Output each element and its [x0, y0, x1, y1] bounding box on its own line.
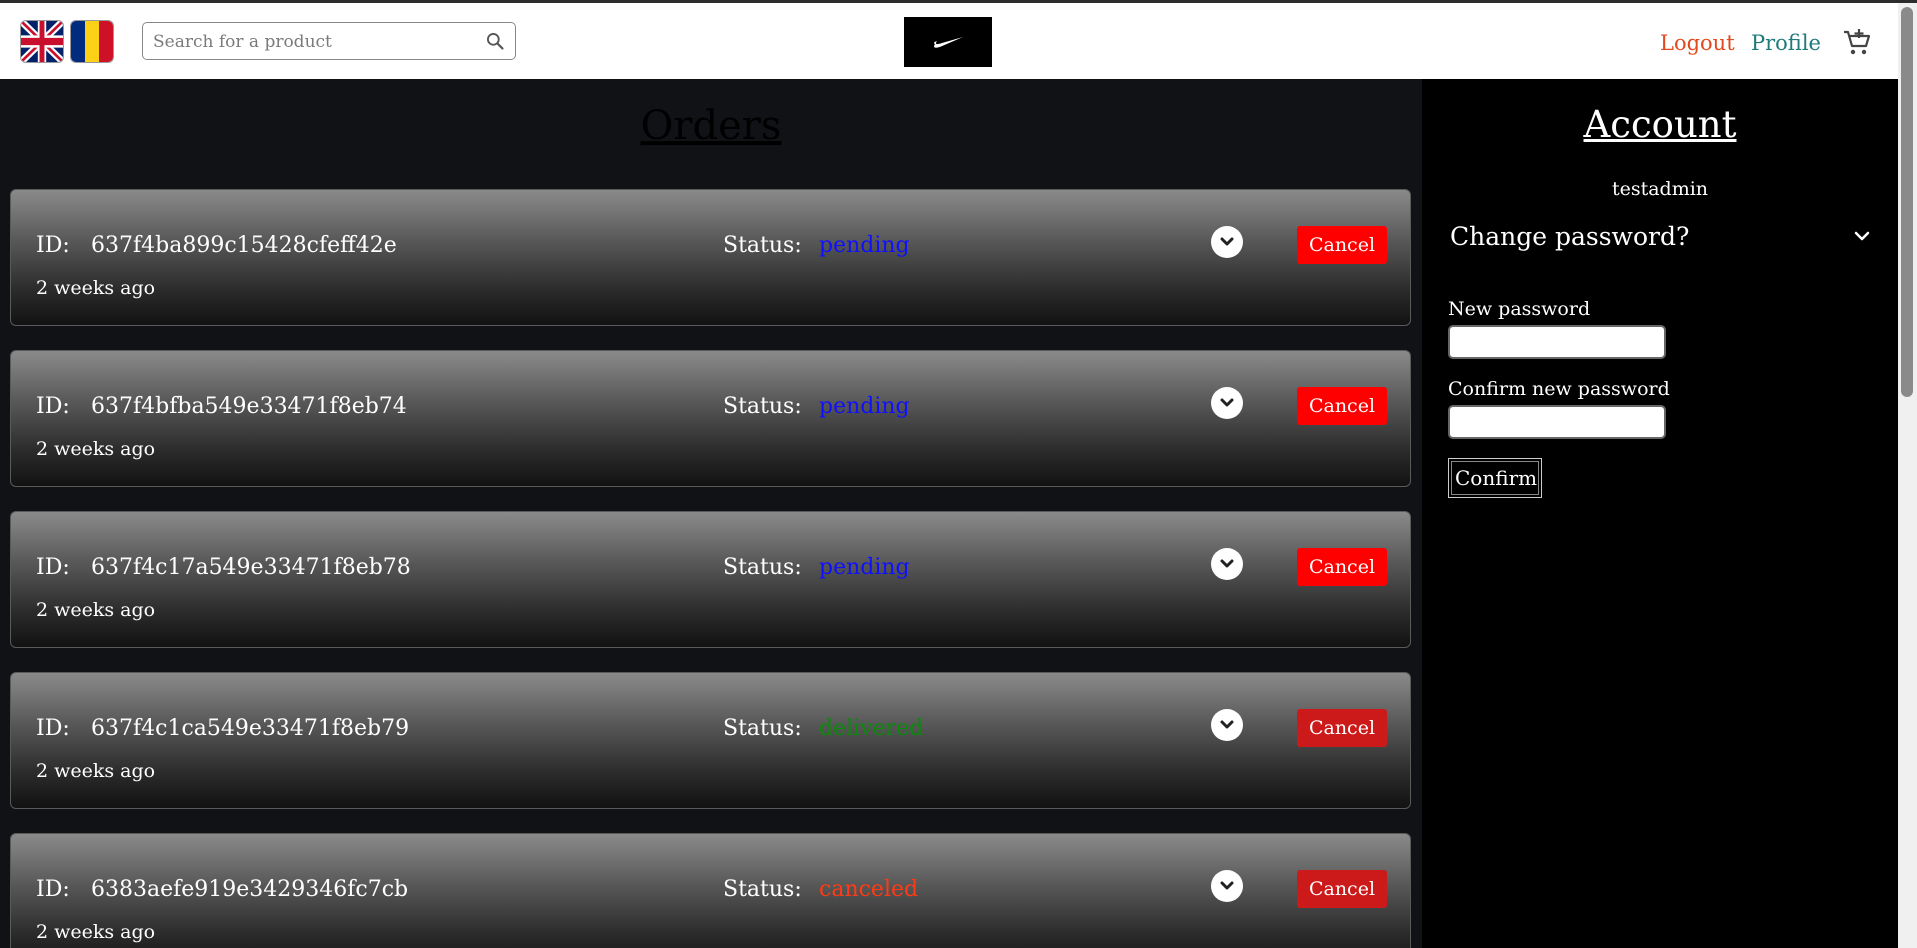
order-status: pending — [819, 233, 910, 258]
profile-link[interactable]: Profile — [1751, 31, 1821, 55]
cancel-order-button[interactable]: Cancel — [1297, 226, 1387, 264]
chevron-down-icon — [1854, 231, 1870, 241]
cart-add-icon[interactable] — [1842, 27, 1872, 57]
logout-link[interactable]: Logout — [1660, 31, 1735, 55]
order-expand-button[interactable] — [1211, 870, 1243, 902]
nike-swoosh-icon — [933, 37, 963, 48]
order-time: 2 weeks ago — [36, 438, 156, 460]
change-password-label: Change password? — [1450, 222, 1690, 251]
order-status-label: Status: — [723, 394, 802, 419]
order-time: 2 weeks ago — [36, 760, 156, 782]
account-username: testadmin — [1611, 178, 1709, 200]
new-password-label: New password — [1448, 298, 1591, 320]
confirm-button[interactable]: Confirm — [1448, 458, 1542, 498]
romania-flag-icon[interactable] — [71, 21, 113, 62]
order-time: 2 weeks ago — [36, 921, 156, 943]
order-expand-button[interactable] — [1211, 387, 1243, 419]
change-password-toggle[interactable]: Change password? — [1450, 222, 1870, 254]
confirm-password-label: Confirm new password — [1448, 378, 1670, 400]
cancel-order-button[interactable]: Cancel — [1297, 548, 1387, 586]
order-expand-button[interactable] — [1211, 548, 1243, 580]
confirm-password-field[interactable] — [1448, 405, 1666, 439]
order-status-label: Status: — [723, 877, 802, 902]
order-id: 637f4bfba549e33471f8eb74 — [91, 394, 407, 419]
order-card: ID: 637f4ba899c15428cfeff42e Status: pendin… — [10, 189, 1411, 326]
order-id-label: ID: — [36, 233, 70, 258]
search-box — [142, 22, 516, 61]
nike-logo[interactable] — [904, 17, 992, 67]
order-id: 6383aefe919e3429346fc7cb — [91, 877, 409, 902]
uk-flag-icon[interactable] — [21, 21, 63, 62]
order-status-label: Status: — [723, 233, 802, 258]
order-card: ID: 637f4c17a549e33471f8eb78 Status: pendin… — [10, 511, 1411, 648]
chevron-down-icon — [1220, 720, 1234, 729]
order-card: ID: 637f4c1ca549e33471f8eb79 Status: delive… — [10, 672, 1411, 809]
order-status: pending — [819, 394, 910, 419]
orders-section: Orders ID: 637f4ba899c15428cfeff42e Status… — [0, 79, 1422, 948]
scrollbar-thumb[interactable] — [1901, 7, 1913, 397]
cancel-order-button[interactable]: Cancel — [1297, 387, 1387, 425]
order-id: 637f4c1ca549e33471f8eb79 — [91, 716, 410, 741]
order-status: canceled — [819, 877, 919, 902]
orders-title: Orders — [640, 103, 782, 149]
order-id-label: ID: — [36, 394, 70, 419]
order-id-label: ID: — [36, 716, 70, 741]
chevron-down-icon — [1220, 398, 1234, 407]
order-status: pending — [819, 555, 910, 580]
order-card: ID: 6383aefe919e3429346fc7cb Status: cancel… — [10, 833, 1411, 948]
order-expand-button[interactable] — [1211, 226, 1243, 258]
order-id-label: ID: — [36, 555, 70, 580]
chevron-down-icon — [1220, 881, 1234, 890]
order-card: ID: 637f4bfba549e33471f8eb74 Status: pendin… — [10, 350, 1411, 487]
new-password-field[interactable] — [1448, 325, 1666, 359]
order-time: 2 weeks ago — [36, 599, 156, 621]
order-id: 637f4c17a549e33471f8eb78 — [91, 555, 411, 580]
site-header: Logout Profile — [0, 3, 1898, 79]
chevron-down-icon — [1220, 237, 1234, 246]
order-status-label: Status: — [723, 716, 802, 741]
order-id-label: ID: — [36, 877, 70, 902]
account-title: Account — [1583, 103, 1737, 146]
order-status: delivered — [819, 716, 924, 741]
order-status-label: Status: — [723, 555, 802, 580]
order-time: 2 weeks ago — [36, 277, 156, 299]
search-input[interactable] — [151, 23, 475, 61]
cancel-order-button[interactable]: Cancel — [1297, 870, 1387, 908]
search-icon[interactable] — [485, 31, 505, 51]
order-expand-button[interactable] — [1211, 709, 1243, 741]
chevron-down-icon — [1220, 559, 1234, 568]
page-scrollbar[interactable] — [1898, 3, 1917, 948]
order-id: 637f4ba899c15428cfeff42e — [91, 233, 397, 258]
cancel-order-button[interactable]: Cancel — [1297, 709, 1387, 747]
account-panel: Account testadmin Change password? New p… — [1422, 79, 1898, 948]
